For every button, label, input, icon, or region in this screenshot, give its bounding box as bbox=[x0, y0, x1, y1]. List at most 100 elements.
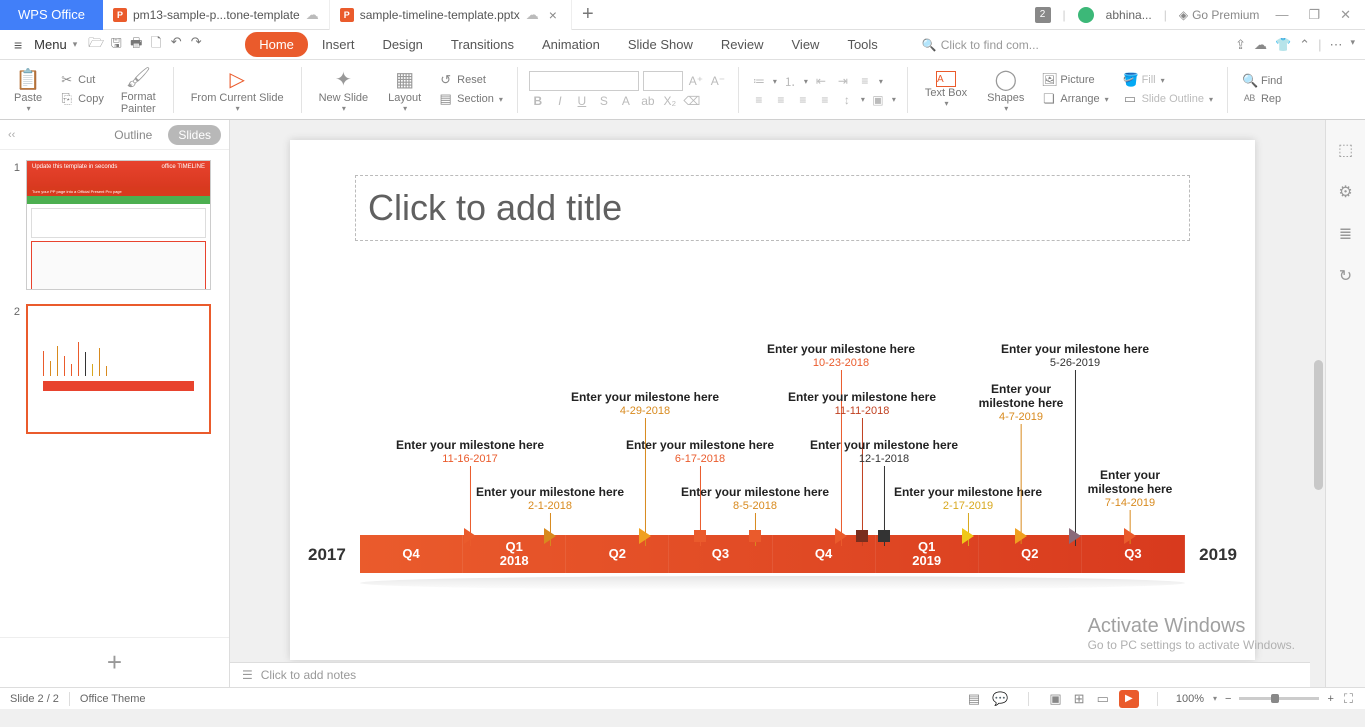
align-text-icon[interactable]: ▣ bbox=[869, 93, 887, 107]
numbering-icon[interactable]: ⒈ bbox=[781, 73, 799, 90]
slideshow-button[interactable]: ▶ bbox=[1119, 690, 1139, 708]
arrange-button[interactable]: ❏Arrange▾ bbox=[1038, 90, 1111, 108]
bold-icon[interactable]: B bbox=[529, 94, 547, 108]
ribbon-tab-view[interactable]: View bbox=[778, 32, 834, 57]
reset-button[interactable]: ↺Reset bbox=[435, 71, 506, 89]
gear-icon[interactable]: ⚙ bbox=[1338, 182, 1352, 202]
increase-indent-icon[interactable]: ⇥ bbox=[834, 74, 852, 88]
align-right-icon[interactable]: ≡ bbox=[794, 93, 812, 107]
redo-icon[interactable]: ↷ bbox=[187, 34, 205, 56]
ribbon-tab-tools[interactable]: Tools bbox=[833, 32, 891, 57]
tab-slides[interactable]: Slides bbox=[168, 125, 221, 145]
username[interactable]: abhina... bbox=[1106, 8, 1152, 22]
paste-button[interactable]: 📋Paste▾ bbox=[8, 66, 48, 113]
font-family-input[interactable] bbox=[529, 71, 639, 91]
doc-tab-2[interactable]: P sample-timeline-template.pptx ☁ × bbox=[330, 0, 572, 30]
skin-icon[interactable]: 👕 bbox=[1275, 37, 1291, 53]
zoom-slider[interactable] bbox=[1239, 697, 1319, 700]
notes-pane[interactable]: ☰ Click to add notes bbox=[230, 662, 1325, 687]
cut-button[interactable]: ✂Cut bbox=[56, 71, 107, 89]
slide-canvas[interactable]: Click to add title 2017 2019 Q4Q12018Q2Q… bbox=[290, 140, 1255, 660]
sorter-view-icon[interactable]: ⊞ bbox=[1072, 691, 1087, 707]
section-button[interactable]: ▤Section▾ bbox=[435, 90, 506, 108]
align-center-icon[interactable]: ≡ bbox=[772, 93, 790, 107]
clear-format-icon[interactable]: ⌫ bbox=[683, 94, 701, 108]
normal-view-icon[interactable]: ▣ bbox=[1047, 691, 1063, 707]
replace-button[interactable]: ᴬᴮRep bbox=[1239, 91, 1285, 108]
share-icon[interactable]: ⇪ bbox=[1235, 37, 1246, 53]
animation-icon[interactable]: ≣ bbox=[1339, 224, 1352, 244]
slide-outline-button[interactable]: ▭Slide Outline▾ bbox=[1120, 90, 1216, 108]
subscript-icon[interactable]: X₂ bbox=[661, 94, 679, 108]
ribbon-tab-slide-show[interactable]: Slide Show bbox=[614, 32, 707, 57]
tab-outline[interactable]: Outline bbox=[104, 125, 162, 145]
decrease-font-icon[interactable]: A⁻ bbox=[709, 74, 727, 88]
slide-thumb-2[interactable] bbox=[26, 304, 211, 434]
cloud-icon[interactable]: ☁ bbox=[1254, 37, 1267, 53]
text-box-button[interactable]: AText Box▾ bbox=[919, 71, 973, 108]
find-button[interactable]: 🔍Find bbox=[1239, 72, 1285, 90]
search-box[interactable]: 🔍 Click to find com... bbox=[922, 38, 1039, 52]
layout-button[interactable]: ▦Layout▾ bbox=[382, 66, 427, 113]
ribbon-tab-home[interactable]: Home bbox=[245, 32, 308, 57]
increase-font-icon[interactable]: A⁺ bbox=[687, 74, 705, 88]
hamburger-icon[interactable]: ≡ bbox=[8, 37, 28, 53]
ribbon-tab-design[interactable]: Design bbox=[368, 32, 436, 57]
chevron-down-icon[interactable]: ▾ bbox=[1350, 37, 1355, 53]
copy-button[interactable]: ⎘Copy bbox=[56, 90, 107, 108]
justify-icon[interactable]: ≡ bbox=[816, 93, 834, 107]
title-placeholder[interactable]: Click to add title bbox=[355, 175, 1190, 241]
align-left-icon[interactable]: ≡ bbox=[750, 93, 768, 107]
underline-icon[interactable]: U bbox=[573, 94, 591, 108]
highlight-icon[interactable]: ab bbox=[639, 94, 657, 108]
line-spacing-icon[interactable]: ≡ bbox=[856, 74, 874, 88]
strikethrough-icon[interactable]: S bbox=[595, 94, 613, 108]
select-icon[interactable]: ⬚ bbox=[1338, 140, 1353, 160]
italic-icon[interactable]: I bbox=[551, 94, 569, 108]
notification-badge[interactable]: 2 bbox=[1035, 7, 1051, 23]
notes-toggle-icon[interactable]: ▤ bbox=[966, 691, 982, 707]
comments-icon[interactable]: 💬 bbox=[990, 691, 1010, 707]
save-icon[interactable]: 🖫 bbox=[107, 34, 125, 56]
font-color-icon[interactable]: A bbox=[617, 94, 635, 108]
more-icon[interactable]: ⋯ bbox=[1329, 37, 1342, 53]
minimize-icon[interactable]: — bbox=[1271, 7, 1292, 22]
slide-thumb-1[interactable]: Update this template in secondsoffice TI… bbox=[26, 160, 211, 290]
font-size-input[interactable] bbox=[643, 71, 683, 91]
shapes-button[interactable]: ◯Shapes▾ bbox=[981, 66, 1030, 113]
scrollbar-thumb[interactable] bbox=[1314, 360, 1323, 490]
go-premium-button[interactable]: ◈Go Premium bbox=[1179, 8, 1260, 22]
history-icon[interactable]: ↻ bbox=[1339, 266, 1352, 286]
undo-icon[interactable]: ↶ bbox=[167, 34, 185, 56]
collapse-panel-icon[interactable]: ‹‹ bbox=[8, 129, 15, 141]
print-icon[interactable]: 🖶 bbox=[127, 34, 145, 56]
ribbon-tab-animation[interactable]: Animation bbox=[528, 32, 614, 57]
picture-button[interactable]: 🖼Picture bbox=[1038, 71, 1111, 89]
scrollbar[interactable] bbox=[1310, 120, 1325, 687]
add-slide-button[interactable]: + bbox=[0, 637, 229, 687]
reading-view-icon[interactable]: ▭ bbox=[1095, 691, 1111, 707]
zoom-out-icon[interactable]: − bbox=[1225, 693, 1231, 705]
open-icon[interactable]: 🗁 bbox=[87, 34, 105, 56]
ribbon-tab-insert[interactable]: Insert bbox=[308, 32, 369, 57]
collapse-ribbon-icon[interactable]: ⌃ bbox=[1299, 37, 1310, 53]
print-preview-icon[interactable]: 🗋 bbox=[147, 34, 165, 56]
new-tab-button[interactable]: + bbox=[572, 3, 604, 26]
menu-button[interactable]: Menu bbox=[28, 37, 73, 52]
zoom-label[interactable]: 100% bbox=[1176, 693, 1204, 705]
format-painter-button[interactable]: 🖌FormatPainter bbox=[115, 65, 162, 115]
close-icon[interactable]: ✕ bbox=[1336, 7, 1355, 23]
doc-tab-1[interactable]: P pm13-sample-p...tone-template ☁ bbox=[103, 0, 330, 30]
chevron-down-icon[interactable]: ▾ bbox=[73, 39, 78, 50]
fill-button[interactable]: 🪣Fill▾ bbox=[1120, 71, 1216, 89]
zoom-in-icon[interactable]: + bbox=[1327, 693, 1333, 705]
avatar[interactable] bbox=[1078, 7, 1094, 23]
ribbon-tab-transitions[interactable]: Transitions bbox=[437, 32, 528, 57]
bullets-icon[interactable]: ≔ bbox=[750, 74, 768, 88]
new-slide-button[interactable]: ✦New Slide▾ bbox=[313, 66, 375, 113]
fit-icon[interactable]: ⛶ bbox=[1342, 691, 1355, 707]
text-direction-icon[interactable]: ↕ bbox=[838, 93, 856, 107]
from-current-slide-button[interactable]: ▷From Current Slide▾ bbox=[185, 66, 290, 113]
close-icon[interactable]: × bbox=[545, 7, 561, 23]
restore-icon[interactable]: ❐ bbox=[1304, 7, 1324, 23]
